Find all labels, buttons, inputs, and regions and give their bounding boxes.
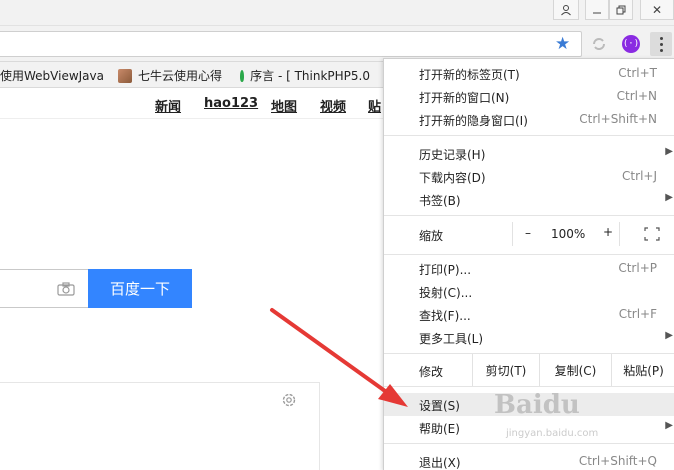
chevron-right-icon: ▶: [665, 192, 673, 203]
minimize-button[interactable]: [585, 0, 609, 20]
menu-item-label: 投射(C)...: [419, 286, 473, 300]
address-input[interactable]: ★: [0, 31, 582, 57]
bookmark-item[interactable]: 七牛云使用心得: [118, 67, 230, 84]
user-icon: [561, 4, 571, 15]
dot-icon: [659, 36, 663, 40]
menu-item-label: 书签(B): [419, 194, 461, 208]
nav-link-news[interactable]: 新闻: [155, 96, 181, 115]
chrome-menu-button[interactable]: [650, 32, 672, 56]
menu-item-label: 设置(S): [419, 399, 460, 413]
dot-icon: [659, 48, 663, 52]
menu-item-shortcut: Ctrl+F: [618, 307, 657, 321]
zoom-in-button[interactable]: +: [603, 225, 613, 239]
toolbar: ★ (·): [0, 26, 674, 62]
menu-divider: [384, 386, 674, 387]
menu-item-label: 打印(P)...: [419, 263, 472, 277]
menu-item-print[interactable]: 打印(P)... Ctrl+P: [384, 257, 674, 280]
menu-item-cast[interactable]: 投射(C)...: [384, 280, 674, 303]
menu-item-shortcut: Ctrl+P: [618, 261, 657, 275]
menu-item-label: 退出(X): [419, 456, 461, 470]
menu-item-history[interactable]: 历史记录(H) ▶: [384, 142, 674, 165]
menu-item-find[interactable]: 查找(F)... Ctrl+F: [384, 303, 674, 326]
nav-link-video[interactable]: 视频: [320, 96, 346, 115]
menu-item-shortcut: Ctrl+T: [618, 66, 657, 80]
menu-divider: [384, 215, 674, 216]
content-panel: [0, 382, 320, 470]
nav-link-map[interactable]: 地图: [271, 96, 297, 115]
camera-icon[interactable]: [57, 282, 75, 296]
favicon-icon: [240, 69, 245, 82]
menu-item-shortcut: Ctrl+J: [622, 169, 657, 183]
menu-item-label: 更多工具(L): [419, 332, 484, 346]
watermark-text: Baidu: [494, 390, 580, 420]
menu-item-label: 下载内容(D): [419, 171, 486, 185]
menu-item-shortcut: Ctrl+Shift+Q: [578, 454, 657, 468]
restore-button[interactable]: [609, 0, 633, 20]
bookmark-star-icon[interactable]: ★: [555, 35, 570, 53]
gear-icon[interactable]: [281, 392, 297, 408]
paste-button[interactable]: 粘贴(P): [611, 354, 674, 386]
watermark: Baidu jingyan.baidu.com: [494, 390, 664, 450]
chevron-right-icon: ▶: [665, 330, 673, 341]
zoom-label: 缩放: [419, 229, 444, 243]
menu-item-bookmarks[interactable]: 书签(B) ▶: [384, 188, 674, 211]
menu-item-more-tools[interactable]: 更多工具(L) ▶: [384, 326, 674, 349]
sync-extension-icon[interactable]: [591, 36, 607, 52]
search-input[interactable]: [0, 269, 88, 308]
purple-extension-icon[interactable]: (·): [622, 35, 640, 53]
zoom-row: 缩放 – 100% +: [384, 222, 674, 246]
bookmark-label: 七牛云使用心得: [138, 69, 223, 83]
menu-divider: [384, 254, 674, 255]
watermark-subtext: jingyan.baidu.com: [506, 428, 599, 439]
bookmark-item[interactable]: 序言 - [ ThinkPHP5.0: [240, 67, 370, 84]
menu-item-label: 查找(F)...: [419, 309, 471, 323]
minimize-icon: [593, 12, 601, 13]
dot-icon: [659, 42, 663, 46]
menu-item-downloads[interactable]: 下载内容(D) Ctrl+J: [384, 165, 674, 188]
copy-button[interactable]: 复制(C): [539, 354, 611, 386]
purple-extension-label: (·): [622, 39, 640, 49]
user-profile-button[interactable]: [553, 0, 579, 20]
menu-item-shortcut: Ctrl+N: [616, 89, 657, 103]
menu-item-label: 帮助(E): [419, 422, 460, 436]
close-window-button[interactable]: ✕: [640, 0, 674, 20]
menu-item-shortcut: Ctrl+Shift+N: [579, 112, 657, 126]
favicon-icon: [118, 68, 132, 83]
menu-item-new-incognito[interactable]: 打开新的隐身窗口(I) Ctrl+Shift+N: [384, 108, 674, 131]
top-nav: 新闻 hao123 地图 视频 贴: [0, 89, 384, 119]
close-icon: ✕: [651, 2, 663, 17]
fullscreen-icon[interactable]: [644, 227, 660, 241]
nav-link-tieba[interactable]: 贴: [368, 96, 381, 115]
search-button[interactable]: 百度一下: [88, 269, 192, 308]
menu-divider: [384, 135, 674, 136]
zoom-control: – 100% +: [512, 222, 620, 246]
menu-item-label: 打开新的隐身窗口(I): [419, 114, 528, 128]
bookmark-item[interactable]: 使用WebViewJavas: [0, 67, 104, 84]
chevron-right-icon: ▶: [665, 420, 673, 431]
chevron-right-icon: ▶: [665, 146, 673, 157]
edit-row: 修改 剪切(T) 复制(C) 粘贴(P): [384, 354, 674, 386]
cut-button[interactable]: 剪切(T): [472, 354, 539, 386]
menu-item-exit[interactable]: 退出(X) Ctrl+Shift+Q: [384, 450, 674, 470]
menu-item-new-tab[interactable]: 打开新的标签页(T) Ctrl+T: [384, 62, 674, 85]
menu-item-label: 历史记录(H): [419, 148, 486, 162]
zoom-out-button[interactable]: –: [525, 226, 531, 240]
menu-item-new-window[interactable]: 打开新的窗口(N) Ctrl+N: [384, 85, 674, 108]
menu-item-label: 打开新的窗口(N): [419, 91, 510, 105]
bookmark-label: 序言 - [ ThinkPHP5.0: [250, 69, 370, 83]
edit-label: 修改: [419, 365, 444, 379]
restore-icon: [616, 5, 626, 14]
window-title-bar: ✕: [0, 0, 674, 26]
menu-item-label: 打开新的标签页(T): [419, 68, 520, 82]
nav-link-hao123[interactable]: hao123: [204, 96, 258, 111]
zoom-level: 100%: [551, 227, 586, 241]
